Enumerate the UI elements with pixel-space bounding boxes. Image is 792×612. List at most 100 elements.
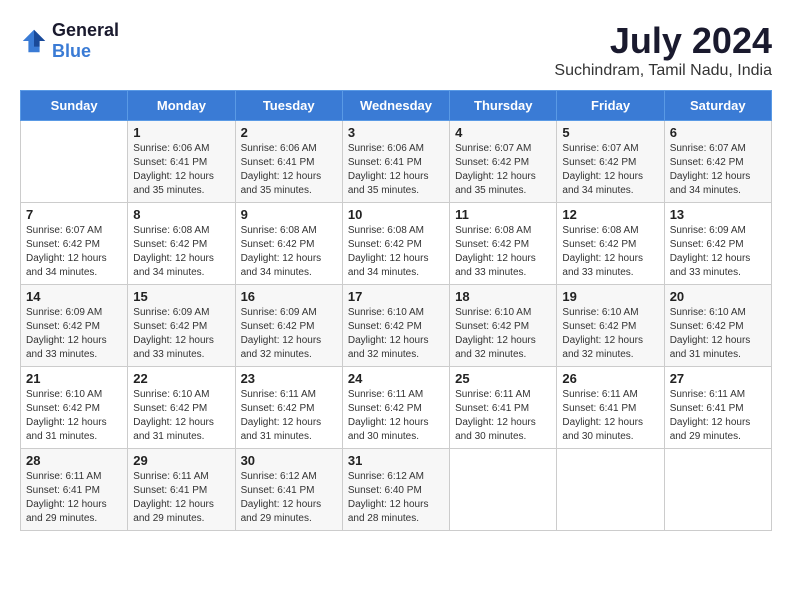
cell-info: Sunrise: 6:09 AMSunset: 6:42 PMDaylight:… bbox=[133, 306, 229, 362]
month-year: July 2024 bbox=[554, 20, 772, 62]
day-number: 25 bbox=[455, 371, 551, 386]
cell-info: Sunrise: 6:08 AMSunset: 6:42 PMDaylight:… bbox=[241, 224, 337, 280]
calendar-cell: 17 Sunrise: 6:10 AMSunset: 6:42 PMDaylig… bbox=[342, 285, 449, 367]
calendar-cell: 4 Sunrise: 6:07 AMSunset: 6:42 PMDayligh… bbox=[450, 121, 557, 203]
cell-info: Sunrise: 6:09 AMSunset: 6:42 PMDaylight:… bbox=[241, 306, 337, 362]
cell-info: Sunrise: 6:08 AMSunset: 6:42 PMDaylight:… bbox=[455, 224, 551, 280]
cell-info: Sunrise: 6:07 AMSunset: 6:42 PMDaylight:… bbox=[455, 142, 551, 198]
weekday-header-saturday: Saturday bbox=[664, 91, 771, 121]
weekday-header-friday: Friday bbox=[557, 91, 664, 121]
calendar-cell: 29 Sunrise: 6:11 AMSunset: 6:41 PMDaylig… bbox=[128, 449, 235, 531]
calendar-cell: 18 Sunrise: 6:10 AMSunset: 6:42 PMDaylig… bbox=[450, 285, 557, 367]
calendar-cell bbox=[557, 449, 664, 531]
location: Suchindram, Tamil Nadu, India bbox=[554, 62, 772, 80]
day-number: 30 bbox=[241, 453, 337, 468]
cell-info: Sunrise: 6:10 AMSunset: 6:42 PMDaylight:… bbox=[348, 306, 444, 362]
calendar-cell: 25 Sunrise: 6:11 AMSunset: 6:41 PMDaylig… bbox=[450, 367, 557, 449]
day-number: 23 bbox=[241, 371, 337, 386]
logo-general: General bbox=[52, 20, 119, 40]
calendar-cell: 11 Sunrise: 6:08 AMSunset: 6:42 PMDaylig… bbox=[450, 203, 557, 285]
cell-info: Sunrise: 6:09 AMSunset: 6:42 PMDaylight:… bbox=[670, 224, 766, 280]
calendar-week-row: 1 Sunrise: 6:06 AMSunset: 6:41 PMDayligh… bbox=[21, 121, 772, 203]
cell-info: Sunrise: 6:12 AMSunset: 6:40 PMDaylight:… bbox=[348, 470, 444, 526]
calendar-cell: 22 Sunrise: 6:10 AMSunset: 6:42 PMDaylig… bbox=[128, 367, 235, 449]
calendar-cell bbox=[664, 449, 771, 531]
calendar-cell: 14 Sunrise: 6:09 AMSunset: 6:42 PMDaylig… bbox=[21, 285, 128, 367]
day-number: 1 bbox=[133, 125, 229, 140]
calendar-cell bbox=[450, 449, 557, 531]
day-number: 12 bbox=[562, 207, 658, 222]
cell-info: Sunrise: 6:10 AMSunset: 6:42 PMDaylight:… bbox=[133, 388, 229, 444]
cell-info: Sunrise: 6:10 AMSunset: 6:42 PMDaylight:… bbox=[455, 306, 551, 362]
cell-info: Sunrise: 6:07 AMSunset: 6:42 PMDaylight:… bbox=[26, 224, 122, 280]
day-number: 11 bbox=[455, 207, 551, 222]
calendar-table: SundayMondayTuesdayWednesdayThursdayFrid… bbox=[20, 90, 772, 531]
day-number: 27 bbox=[670, 371, 766, 386]
cell-info: Sunrise: 6:10 AMSunset: 6:42 PMDaylight:… bbox=[670, 306, 766, 362]
day-number: 24 bbox=[348, 371, 444, 386]
day-number: 17 bbox=[348, 289, 444, 304]
day-number: 16 bbox=[241, 289, 337, 304]
cell-info: Sunrise: 6:11 AMSunset: 6:42 PMDaylight:… bbox=[241, 388, 337, 444]
cell-info: Sunrise: 6:11 AMSunset: 6:41 PMDaylight:… bbox=[26, 470, 122, 526]
cell-info: Sunrise: 6:11 AMSunset: 6:41 PMDaylight:… bbox=[670, 388, 766, 444]
day-number: 4 bbox=[455, 125, 551, 140]
weekday-header-row: SundayMondayTuesdayWednesdayThursdayFrid… bbox=[21, 91, 772, 121]
day-number: 3 bbox=[348, 125, 444, 140]
cell-info: Sunrise: 6:08 AMSunset: 6:42 PMDaylight:… bbox=[348, 224, 444, 280]
weekday-header-tuesday: Tuesday bbox=[235, 91, 342, 121]
weekday-header-monday: Monday bbox=[128, 91, 235, 121]
calendar-cell bbox=[21, 121, 128, 203]
cell-info: Sunrise: 6:07 AMSunset: 6:42 PMDaylight:… bbox=[670, 142, 766, 198]
cell-info: Sunrise: 6:11 AMSunset: 6:41 PMDaylight:… bbox=[133, 470, 229, 526]
calendar-cell: 12 Sunrise: 6:08 AMSunset: 6:42 PMDaylig… bbox=[557, 203, 664, 285]
calendar-cell: 9 Sunrise: 6:08 AMSunset: 6:42 PMDayligh… bbox=[235, 203, 342, 285]
day-number: 8 bbox=[133, 207, 229, 222]
calendar-cell: 27 Sunrise: 6:11 AMSunset: 6:41 PMDaylig… bbox=[664, 367, 771, 449]
calendar-week-row: 28 Sunrise: 6:11 AMSunset: 6:41 PMDaylig… bbox=[21, 449, 772, 531]
calendar-cell: 3 Sunrise: 6:06 AMSunset: 6:41 PMDayligh… bbox=[342, 121, 449, 203]
cell-info: Sunrise: 6:11 AMSunset: 6:42 PMDaylight:… bbox=[348, 388, 444, 444]
calendar-cell: 28 Sunrise: 6:11 AMSunset: 6:41 PMDaylig… bbox=[21, 449, 128, 531]
cell-info: Sunrise: 6:12 AMSunset: 6:41 PMDaylight:… bbox=[241, 470, 337, 526]
cell-info: Sunrise: 6:10 AMSunset: 6:42 PMDaylight:… bbox=[26, 388, 122, 444]
calendar-cell: 1 Sunrise: 6:06 AMSunset: 6:41 PMDayligh… bbox=[128, 121, 235, 203]
calendar-cell: 2 Sunrise: 6:06 AMSunset: 6:41 PMDayligh… bbox=[235, 121, 342, 203]
calendar-cell: 6 Sunrise: 6:07 AMSunset: 6:42 PMDayligh… bbox=[664, 121, 771, 203]
page-header: General Blue July 2024 Suchindram, Tamil… bbox=[20, 20, 772, 80]
day-number: 2 bbox=[241, 125, 337, 140]
day-number: 26 bbox=[562, 371, 658, 386]
weekday-header-thursday: Thursday bbox=[450, 91, 557, 121]
logo-text: General Blue bbox=[52, 20, 119, 62]
day-number: 10 bbox=[348, 207, 444, 222]
logo-icon bbox=[20, 27, 48, 55]
calendar-cell: 26 Sunrise: 6:11 AMSunset: 6:41 PMDaylig… bbox=[557, 367, 664, 449]
day-number: 18 bbox=[455, 289, 551, 304]
day-number: 20 bbox=[670, 289, 766, 304]
calendar-cell: 24 Sunrise: 6:11 AMSunset: 6:42 PMDaylig… bbox=[342, 367, 449, 449]
weekday-header-wednesday: Wednesday bbox=[342, 91, 449, 121]
cell-info: Sunrise: 6:06 AMSunset: 6:41 PMDaylight:… bbox=[241, 142, 337, 198]
logo-blue: Blue bbox=[52, 41, 91, 61]
calendar-cell: 31 Sunrise: 6:12 AMSunset: 6:40 PMDaylig… bbox=[342, 449, 449, 531]
day-number: 31 bbox=[348, 453, 444, 468]
cell-info: Sunrise: 6:06 AMSunset: 6:41 PMDaylight:… bbox=[133, 142, 229, 198]
day-number: 6 bbox=[670, 125, 766, 140]
day-number: 21 bbox=[26, 371, 122, 386]
cell-info: Sunrise: 6:07 AMSunset: 6:42 PMDaylight:… bbox=[562, 142, 658, 198]
day-number: 9 bbox=[241, 207, 337, 222]
calendar-cell: 15 Sunrise: 6:09 AMSunset: 6:42 PMDaylig… bbox=[128, 285, 235, 367]
day-number: 5 bbox=[562, 125, 658, 140]
calendar-cell: 10 Sunrise: 6:08 AMSunset: 6:42 PMDaylig… bbox=[342, 203, 449, 285]
calendar-cell: 20 Sunrise: 6:10 AMSunset: 6:42 PMDaylig… bbox=[664, 285, 771, 367]
day-number: 19 bbox=[562, 289, 658, 304]
calendar-cell: 21 Sunrise: 6:10 AMSunset: 6:42 PMDaylig… bbox=[21, 367, 128, 449]
calendar-week-row: 21 Sunrise: 6:10 AMSunset: 6:42 PMDaylig… bbox=[21, 367, 772, 449]
cell-info: Sunrise: 6:08 AMSunset: 6:42 PMDaylight:… bbox=[562, 224, 658, 280]
day-number: 29 bbox=[133, 453, 229, 468]
day-number: 22 bbox=[133, 371, 229, 386]
cell-info: Sunrise: 6:11 AMSunset: 6:41 PMDaylight:… bbox=[562, 388, 658, 444]
cell-info: Sunrise: 6:10 AMSunset: 6:42 PMDaylight:… bbox=[562, 306, 658, 362]
cell-info: Sunrise: 6:06 AMSunset: 6:41 PMDaylight:… bbox=[348, 142, 444, 198]
calendar-week-row: 7 Sunrise: 6:07 AMSunset: 6:42 PMDayligh… bbox=[21, 203, 772, 285]
